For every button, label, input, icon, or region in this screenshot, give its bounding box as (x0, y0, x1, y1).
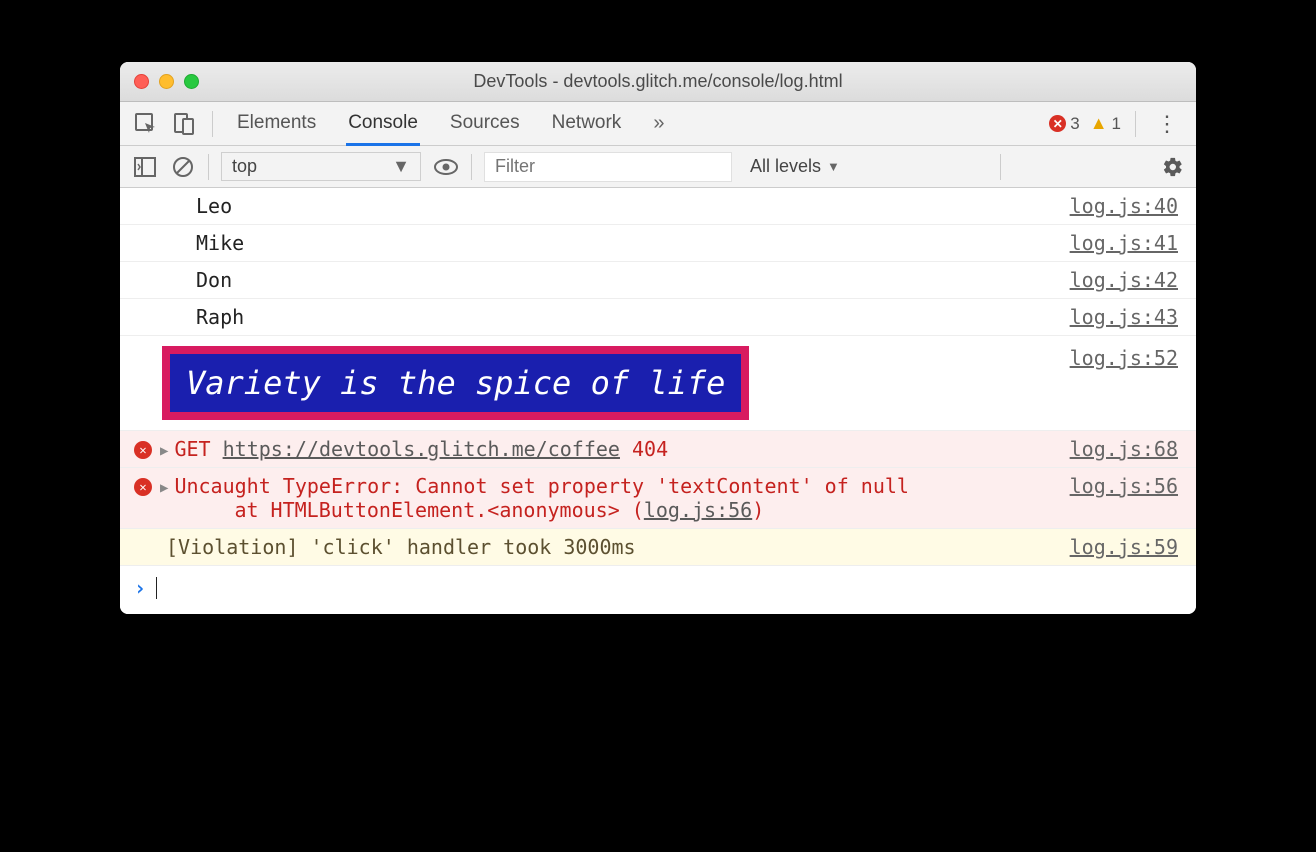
minimize-window-button[interactable] (159, 74, 174, 89)
kebab-menu-icon[interactable]: ⋮ (1150, 111, 1184, 137)
log-entry[interactable]: Raph log.js:43 (120, 299, 1196, 336)
warning-count-badge[interactable]: ▲ 1 (1090, 113, 1121, 134)
log-levels-selector[interactable]: All levels ▼ (750, 156, 840, 177)
tab-network[interactable]: Network (550, 102, 624, 146)
device-toolbar-icon[interactable] (170, 110, 198, 138)
error-count: 3 (1070, 114, 1079, 134)
console-output: Leo log.js:40 Mike log.js:41 Don log.js:… (120, 188, 1196, 614)
log-entry[interactable]: Mike log.js:41 (120, 225, 1196, 262)
log-entry[interactable]: Don log.js:42 (120, 262, 1196, 299)
error-icon: ✕ (1049, 115, 1066, 132)
context-label: top (232, 156, 257, 177)
chevron-down-icon: ▼ (392, 156, 410, 177)
error-entry[interactable]: ✕ ▶ GET https://devtools.glitch.me/coffe… (120, 431, 1196, 468)
zoom-window-button[interactable] (184, 74, 199, 89)
source-link[interactable]: log.js:52 (1070, 346, 1178, 420)
filter-input[interactable] (484, 152, 732, 182)
tab-elements[interactable]: Elements (235, 102, 318, 146)
error-entry[interactable]: ✕ ▶ Uncaught TypeError: Cannot set prope… (120, 468, 1196, 529)
log-entry[interactable]: Leo log.js:40 (120, 188, 1196, 225)
source-link[interactable]: log.js:68 (1070, 437, 1178, 461)
log-text: Leo (196, 194, 232, 218)
log-text: Mike (196, 231, 244, 255)
source-link[interactable]: log.js:42 (1070, 268, 1178, 292)
inspect-element-icon[interactable] (132, 110, 160, 138)
stack-link[interactable]: log.js:56 (644, 498, 752, 522)
console-settings-icon[interactable] (1162, 156, 1184, 178)
tab-sources[interactable]: Sources (448, 102, 522, 146)
stack-frame: at HTMLButtonElement.<anonymous> ( (234, 498, 643, 522)
clear-console-icon[interactable] (170, 154, 196, 180)
violation-entry[interactable]: [Violation] 'click' handler took 3000ms … (120, 529, 1196, 566)
text-cursor (156, 577, 157, 599)
error-message: Uncaught TypeError: Cannot set property … (174, 474, 909, 498)
log-text: Raph (196, 305, 244, 329)
levels-label: All levels (750, 156, 821, 177)
context-selector[interactable]: top ▼ (221, 152, 421, 181)
devtools-window: DevTools - devtools.glitch.me/console/lo… (120, 62, 1196, 614)
prompt-caret-icon: › (134, 576, 146, 600)
tab-console[interactable]: Console (346, 102, 420, 146)
disclosure-icon[interactable]: ▶ (160, 443, 168, 459)
violation-text: [Violation] 'click' handler took 3000ms (166, 535, 636, 559)
window-title: DevTools - devtools.glitch.me/console/lo… (120, 71, 1196, 92)
source-link[interactable]: log.js:56 (1070, 474, 1178, 498)
traffic-lights (134, 74, 199, 89)
http-status: 404 (632, 437, 668, 461)
disclosure-icon[interactable]: ▶ (160, 480, 168, 496)
source-link[interactable]: log.js:59 (1070, 535, 1178, 559)
error-icon: ✕ (134, 441, 152, 459)
warning-count: 1 (1112, 114, 1121, 134)
console-prompt[interactable]: › (120, 566, 1196, 614)
source-link[interactable]: log.js:43 (1070, 305, 1178, 329)
styled-log-entry[interactable]: Variety is the spice of life log.js:52 (120, 336, 1196, 431)
source-link[interactable]: log.js:40 (1070, 194, 1178, 218)
more-tabs-icon[interactable]: » (653, 112, 664, 135)
close-window-button[interactable] (134, 74, 149, 89)
tabbar: Elements Console Sources Network » ✕ 3 ▲… (120, 102, 1196, 146)
titlebar: DevTools - devtools.glitch.me/console/lo… (120, 62, 1196, 102)
styled-log-text: Variety is the spice of life (162, 346, 749, 420)
http-method: GET (174, 437, 210, 461)
console-toolbar: top ▼ All levels ▼ (120, 146, 1196, 188)
chevron-down-icon: ▼ (827, 159, 840, 174)
source-link[interactable]: log.js:41 (1070, 231, 1178, 255)
console-sidebar-icon[interactable] (132, 154, 158, 180)
error-count-badge[interactable]: ✕ 3 (1049, 114, 1079, 134)
error-icon: ✕ (134, 478, 152, 496)
error-url[interactable]: https://devtools.glitch.me/coffee (223, 437, 620, 461)
live-expression-icon[interactable] (433, 154, 459, 180)
warning-icon: ▲ (1090, 113, 1108, 134)
log-text: Don (196, 268, 232, 292)
